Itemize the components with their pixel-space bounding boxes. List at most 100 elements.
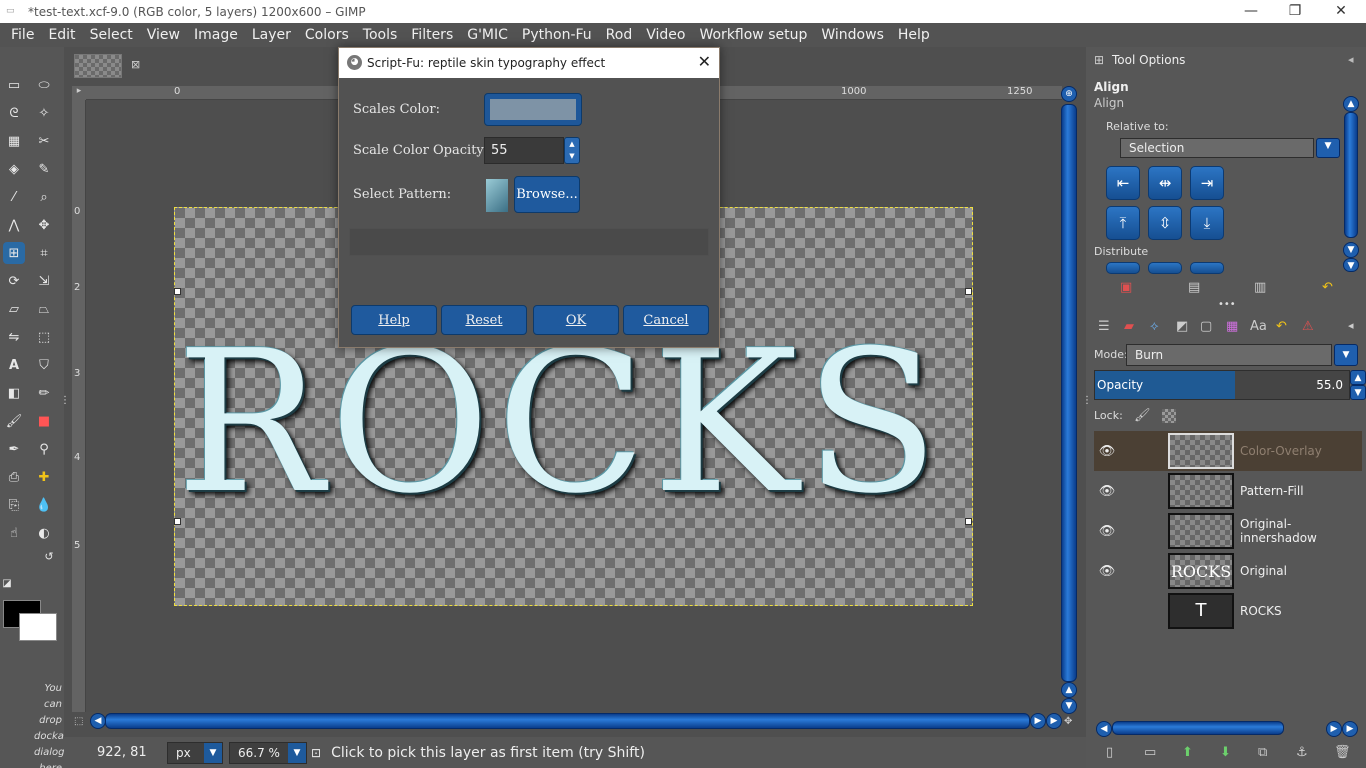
menu-image[interactable]: Image bbox=[187, 27, 245, 43]
free-select-icon[interactable]: ᘓ bbox=[3, 102, 25, 124]
horizontal-scrollbar[interactable] bbox=[105, 713, 1030, 729]
menu-select[interactable]: Select bbox=[83, 27, 140, 43]
distribute-left-button[interactable] bbox=[1106, 262, 1140, 274]
transform-handle[interactable] bbox=[965, 518, 972, 525]
shear-icon[interactable]: ▱ bbox=[3, 298, 25, 320]
colormap-tab-icon[interactable]: ▦ bbox=[1226, 319, 1238, 334]
undo-tab-icon[interactable]: ↶ bbox=[1276, 319, 1287, 334]
default-colors-icon[interactable]: ◪ bbox=[0, 576, 14, 590]
lower-layer-icon[interactable]: ⬇ bbox=[1220, 745, 1231, 760]
zoom-icon[interactable]: ⌕ bbox=[33, 186, 55, 208]
scroll-left-icon[interactable]: ◀ bbox=[1096, 721, 1112, 737]
layer-row-pattern-fill[interactable]: 👁 Pattern-Fill bbox=[1094, 471, 1360, 511]
delete-layer-icon[interactable]: 🗑 bbox=[1334, 745, 1351, 760]
ink-icon[interactable]: ⚲ bbox=[33, 438, 55, 460]
ruler-vertical[interactable]: 0 2 3 4 5 bbox=[72, 100, 86, 712]
eye-icon[interactable]: 👁 bbox=[1094, 484, 1120, 499]
images-tab-icon[interactable]: ▢ bbox=[1200, 319, 1212, 334]
pattern-preview[interactable] bbox=[486, 179, 508, 212]
layers-tab-icon[interactable]: ☰ bbox=[1098, 319, 1110, 334]
move-icon[interactable]: ✥ bbox=[33, 214, 55, 236]
menu-filters[interactable]: Filters bbox=[404, 27, 460, 43]
delete-options-icon[interactable]: ▥ bbox=[1254, 280, 1266, 295]
close-button[interactable]: ✕ bbox=[1318, 0, 1364, 23]
scroll-down-icon-2[interactable]: ▼ bbox=[1343, 258, 1359, 272]
dodge-burn-icon[interactable]: ◐ bbox=[33, 522, 55, 544]
scroll-right-icon-2[interactable]: ▶ bbox=[1046, 713, 1062, 729]
align-bottom-edge-button[interactable]: ⤓ bbox=[1190, 206, 1224, 240]
cancel-button[interactable]: Cancel bbox=[623, 305, 709, 335]
lock-alpha-icon[interactable] bbox=[1162, 409, 1176, 423]
layer-row-color-overlay[interactable]: 👁 Color-Overlay bbox=[1094, 431, 1360, 471]
menu-layer[interactable]: Layer bbox=[245, 27, 298, 43]
minimize-button[interactable]: — bbox=[1228, 0, 1274, 23]
dock-grip-icon[interactable]: ⋮ bbox=[1082, 396, 1092, 406]
color-select-icon[interactable]: ▦ bbox=[3, 130, 25, 152]
navigate-corner-icon[interactable]: ✥ bbox=[1064, 716, 1072, 727]
menu-rod[interactable]: Rod bbox=[599, 27, 640, 43]
quick-mask-corner-icon[interactable]: ▸ bbox=[72, 86, 86, 100]
eye-icon[interactable]: 👁 bbox=[1094, 444, 1120, 459]
paintbrush-icon[interactable]: 🖌 bbox=[3, 410, 25, 432]
opacity-spin-buttons[interactable]: ▲ ▼ bbox=[564, 137, 580, 164]
fonts-tab-icon[interactable]: Aa bbox=[1250, 319, 1267, 334]
scales-color-button[interactable] bbox=[484, 93, 582, 126]
menu-file[interactable]: File bbox=[4, 27, 41, 43]
clone-icon[interactable]: ⎙ bbox=[3, 466, 25, 488]
panel-grip-icon[interactable]: ••• bbox=[1218, 299, 1236, 310]
lock-pixels-icon[interactable]: 🖌 bbox=[1134, 408, 1151, 423]
flip-icon[interactable]: ⇋ bbox=[3, 326, 25, 348]
menu-edit[interactable]: Edit bbox=[41, 27, 82, 43]
zoom-select[interactable]: 66.7 % ▼ bbox=[229, 741, 307, 764]
zoom-fit-icon[interactable]: ▲ bbox=[1061, 682, 1077, 698]
navigate-icon[interactable]: ⊕ bbox=[1061, 86, 1077, 102]
eye-icon[interactable]: 👁 bbox=[1094, 524, 1120, 539]
reset-button[interactable]: Reset bbox=[441, 305, 527, 335]
crop-icon[interactable]: ⌗ bbox=[33, 242, 55, 264]
quick-mask-toggle-icon[interactable]: ⬚ bbox=[74, 716, 83, 727]
layer-row-original[interactable]: 👁 ROCKS Original bbox=[1094, 551, 1360, 591]
measure-icon[interactable]: ⋀ bbox=[3, 214, 25, 236]
airbrush-icon[interactable]: ✒ bbox=[3, 438, 25, 460]
scroll-left-icon[interactable]: ◀ bbox=[90, 713, 106, 729]
perspective-clone-icon[interactable]: ⎘ bbox=[3, 494, 25, 516]
menu-workflow-setup[interactable]: Workflow setup bbox=[692, 27, 814, 43]
scale-color-opacity-input[interactable]: 55 bbox=[484, 137, 564, 164]
restore-button[interactable]: ❐ bbox=[1272, 0, 1318, 23]
text-tool-icon[interactable]: A bbox=[3, 354, 25, 376]
menu-tools[interactable]: Tools bbox=[356, 27, 405, 43]
save-options-icon[interactable]: ▣ bbox=[1120, 280, 1132, 295]
tab-menu-icon[interactable]: ◂ bbox=[1348, 53, 1354, 66]
menu-gmic[interactable]: G'MIC bbox=[460, 27, 515, 43]
layer-opacity-slider[interactable]: Opacity 55.0 bbox=[1094, 370, 1350, 400]
scissors-icon[interactable]: ✂ bbox=[33, 130, 55, 152]
channels-tab-icon[interactable]: ▰ bbox=[1124, 319, 1134, 334]
menu-windows[interactable]: Windows bbox=[814, 27, 891, 43]
swap-colors-icon[interactable]: ↺ bbox=[42, 549, 56, 563]
image-tab-thumbnail[interactable] bbox=[74, 54, 122, 78]
new-layer-icon[interactable]: ▯ bbox=[1106, 745, 1113, 760]
close-tab-icon[interactable]: ⊠ bbox=[131, 58, 140, 71]
menu-view[interactable]: View bbox=[140, 27, 187, 43]
fuzzy-select-icon[interactable]: ✧ bbox=[33, 102, 55, 124]
ellipse-select-icon[interactable]: ⬭ bbox=[33, 74, 55, 96]
cage-icon[interactable]: ⬚ bbox=[33, 326, 55, 348]
unit-select[interactable]: px ▼ bbox=[167, 741, 223, 764]
layer-row-rocks-text[interactable]: T ROCKS bbox=[1094, 591, 1360, 631]
align-left-edge-button[interactable]: ⇤ bbox=[1106, 166, 1140, 200]
rect-select-icon[interactable]: ▭ bbox=[3, 74, 25, 96]
paths-tab-icon[interactable]: ⟡ bbox=[1150, 319, 1159, 334]
paths-icon[interactable]: ✎ bbox=[33, 158, 55, 180]
bucket-fill-icon[interactable]: ⛉ bbox=[33, 354, 55, 376]
transform-handle[interactable] bbox=[965, 288, 972, 295]
transform-handle[interactable] bbox=[174, 518, 181, 525]
heal-icon[interactable]: ✚ bbox=[33, 466, 55, 488]
align-center-horizontal-button[interactable]: ⇹ bbox=[1148, 166, 1182, 200]
scroll-down-icon[interactable]: ▼ bbox=[1343, 242, 1359, 258]
scroll-right-icon[interactable]: ▶ bbox=[1030, 713, 1046, 729]
menu-help[interactable]: Help bbox=[891, 27, 937, 43]
warning-tab-icon[interactable]: ⚠ bbox=[1302, 319, 1314, 334]
relative-to-select[interactable]: Selection bbox=[1120, 138, 1314, 158]
vertical-scrollbar[interactable] bbox=[1061, 104, 1077, 682]
scroll-right-icon[interactable]: ▶ bbox=[1326, 721, 1342, 737]
